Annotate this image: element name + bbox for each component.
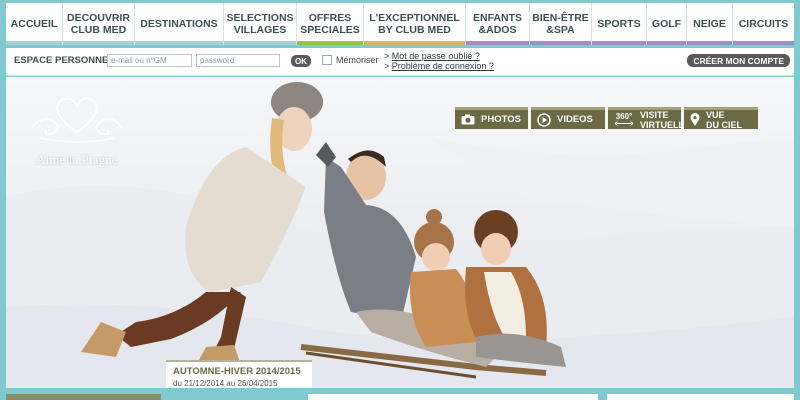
nav-item-destinations[interactable]: DESTINATIONS [135, 3, 224, 45]
hero-banner: Aime la Plagne PHOTOS VIDEOS 360° VISITE… [6, 77, 794, 388]
nav-item-decouvrir-club-med[interactable]: DECOUVRIR CLUB MED [63, 3, 135, 45]
sky-view-button[interactable]: VUE DU CIEL [684, 107, 758, 130]
heart-swirl-icon [31, 97, 123, 143]
remember-label: Mémoriser [336, 55, 379, 65]
nav-item-accueil[interactable]: ACCUEIL [6, 3, 63, 45]
nav-item-golf[interactable]: GOLF [647, 3, 687, 45]
camera-icon [461, 114, 475, 125]
season-dates: du 21/12/2014 au 26/04/2015 [173, 379, 278, 388]
connection-problem-link[interactable]: > Problème de connexion ? [384, 61, 494, 71]
nav-item-circuits[interactable]: CIRCUITS [733, 3, 794, 45]
360-badge: 360° [615, 112, 633, 121]
season-box: AUTOMNE-HIVER 2014/2015 du 21/12/2014 au… [166, 360, 312, 388]
link-bullet: > [384, 51, 390, 61]
village-logo: Aime la Plagne [22, 92, 132, 168]
bottom-mid-panel [308, 394, 598, 400]
remember-checkbox[interactable] [322, 55, 332, 65]
360-icon: 360° [614, 113, 634, 126]
nav-item-offres-speciales[interactable]: OFFRES SPECIALES [297, 3, 364, 45]
virtual-tour-button[interactable]: 360° VISITE VIRTUELLE [608, 107, 690, 130]
nav-item-neige[interactable]: NEIGE [687, 3, 733, 45]
link-bullet: > [384, 61, 390, 71]
nav-item-exceptionnel[interactable]: L'EXCEPTIONNEL BY CLUB MED [364, 3, 466, 45]
nav-item-bien-etre-spa[interactable]: BIEN-ÊTRE &SPA [530, 3, 592, 45]
season-title: AUTOMNE-HIVER 2014/2015 [173, 366, 301, 377]
photos-button[interactable]: PHOTOS [455, 107, 528, 129]
location-pin-icon [690, 112, 700, 127]
email-input[interactable] [107, 54, 192, 67]
password-input[interactable] [196, 54, 280, 67]
bottom-left-tab [6, 394, 161, 400]
nav-item-sports[interactable]: SPORTS [592, 3, 647, 45]
main-nav: ACCUEIL DECOUVRIR CLUB MED DESTINATIONS … [0, 0, 800, 48]
create-account-button[interactable]: CRÉER MON COMPTE [687, 54, 790, 67]
videos-button[interactable]: VIDEOS [531, 107, 605, 129]
village-name: Aime la Plagne [36, 153, 118, 167]
bottom-right-panel [607, 394, 794, 400]
nav-item-enfants-ados[interactable]: ENFANTS &ADOS [466, 3, 530, 45]
play-icon [537, 112, 551, 127]
ok-button[interactable]: OK [291, 55, 311, 67]
forgot-password-link[interactable]: > Mot de passe oublié ? [384, 51, 480, 61]
nav-item-selections-villages[interactable]: SELECTIONS VILLAGES [224, 3, 297, 45]
personal-space-label: ESPACE PERSONNEL [14, 55, 115, 66]
personal-space-bar: ESPACE PERSONNEL OK Mémoriser > Mot de p… [6, 48, 794, 76]
